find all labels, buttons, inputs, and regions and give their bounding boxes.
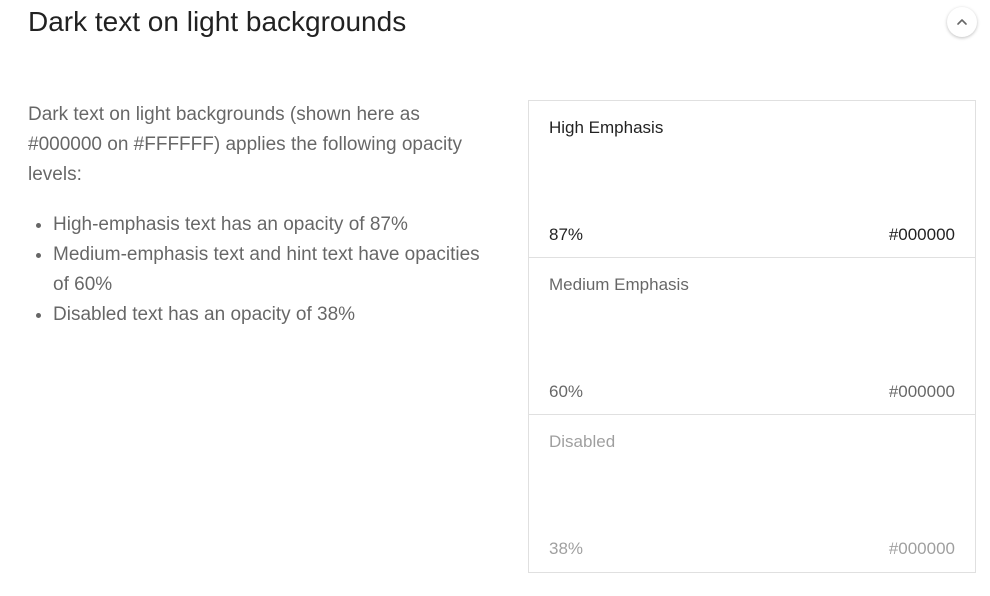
swatch-disabled: Disabled 38% #000000 [529, 415, 975, 572]
swatch-opacity: 60% [549, 382, 584, 401]
swatch-name: Disabled [549, 432, 616, 451]
swatch-name: High Emphasis [549, 118, 664, 137]
swatch-hex: #000000 [888, 225, 955, 244]
swatch-high-emphasis: High Emphasis 87% #000000 [529, 101, 975, 258]
collapse-button[interactable] [947, 7, 977, 37]
swatch-opacity: 38% [549, 539, 584, 558]
intro-paragraph: Dark text on light backgrounds (shown he… [28, 104, 463, 185]
swatch-hex: #000000 [888, 539, 955, 558]
bullet-high-emphasis: High-emphasis text has an opacity of 87% [53, 210, 493, 240]
swatch-medium-emphasis: Medium Emphasis 60% #000000 [529, 258, 975, 415]
page-title: Dark text on light backgrounds [28, 6, 407, 37]
opacity-bullet-list: High-emphasis text has an opacity of 87%… [28, 210, 493, 330]
chevron-up-icon [955, 15, 969, 29]
bullet-medium-emphasis: Medium-emphasis text and hint text have … [53, 240, 493, 300]
emphasis-swatch-card: High Emphasis 87% #000000 Medium Emphasi… [528, 100, 976, 573]
swatch-name: Medium Emphasis [549, 275, 689, 294]
bullet-disabled: Disabled text has an opacity of 38% [53, 300, 493, 330]
swatch-hex: #000000 [888, 382, 955, 401]
swatch-opacity: 87% [549, 225, 584, 244]
